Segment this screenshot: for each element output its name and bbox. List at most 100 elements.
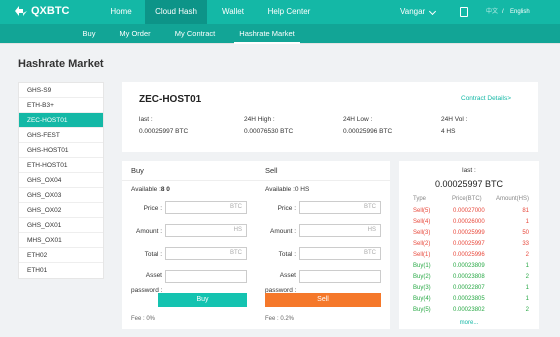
book-row[interactable]: Buy(4) 0.00023805 1: [399, 296, 539, 307]
sell-title: Sell: [265, 166, 278, 175]
book-last-label: last :: [462, 167, 476, 174]
sell-button[interactable]: Sell: [265, 293, 381, 307]
book-row-amount: 2: [525, 252, 529, 258]
tab-buy[interactable]: Buy: [76, 24, 102, 44]
buy-available-value: 8 0: [160, 186, 170, 193]
sidebar-item-zec-host01[interactable]: ZEC-HOST01: [19, 113, 103, 128]
divider: [122, 180, 390, 181]
book-row[interactable]: Sell(1) 0.00025996 2: [399, 252, 539, 263]
book-row[interactable]: Buy(2) 0.00023808 2: [399, 274, 539, 285]
sidebar-item-ghs-ox03[interactable]: GHS_OX03: [19, 188, 103, 203]
sidebar-item-ghs-ox01[interactable]: GHS_OX01: [19, 218, 103, 233]
book-row[interactable]: Sell(3) 0.00025999 50: [399, 230, 539, 241]
buy-available-label: Available :: [131, 186, 161, 193]
sidebar-item-ghs-ox04[interactable]: GHS_OX04: [19, 173, 103, 188]
page-title: Hashrate Market: [18, 58, 104, 70]
sell-total-input[interactable]: BTC: [299, 247, 381, 260]
book-header-amount: Amount(HS): [496, 196, 530, 202]
buy-amount-label: Amount :: [135, 228, 162, 235]
book-row-price: 0.00023808: [453, 274, 485, 280]
buy-fee: Fee : 0%: [131, 316, 156, 322]
book-row-price: 0.00025996: [453, 252, 485, 258]
book-row-amount: 81: [522, 208, 529, 214]
book-row-amount: 1: [525, 285, 529, 291]
book-row-type: Sell(3): [413, 230, 431, 236]
sell-available: Available :0 HS: [265, 186, 309, 193]
user-menu[interactable]: Vangar: [400, 0, 425, 24]
sidebar-item-ghs-fest[interactable]: GHS-FEST: [19, 128, 103, 143]
book-row-type: Sell(2): [413, 241, 431, 247]
buy-price-input[interactable]: BTC: [165, 201, 247, 214]
sidebar-item-ghs-s9[interactable]: GHS-S9: [19, 83, 103, 98]
book-row[interactable]: Sell(2) 0.00025997 33: [399, 241, 539, 252]
tab-hashrate-market[interactable]: Hashrate Market: [234, 24, 300, 44]
book-row-amount: 1: [525, 219, 529, 225]
book-row-type: Buy(1): [413, 263, 431, 269]
nav-help-center[interactable]: Help Center: [260, 0, 318, 24]
sidebar-item-ghs-host01[interactable]: GHS-HOST01: [19, 143, 103, 158]
nav-wallet[interactable]: Wallet: [212, 0, 254, 24]
calculator-icon[interactable]: [460, 7, 468, 17]
buy-title: Buy: [131, 166, 144, 175]
book-row-type: Buy(3): [413, 285, 431, 291]
sell-total-label: Total :: [278, 251, 296, 258]
buy-total-label: Total :: [144, 251, 162, 258]
book-row-price: 0.00023805: [453, 296, 485, 302]
sidebar-item-eth-host01[interactable]: ETH-HOST01: [19, 158, 103, 173]
sell-available-label: Available :: [265, 186, 295, 193]
stat-low-value: 0.00025996 BTC: [343, 128, 393, 135]
sidebar-item-eth01[interactable]: ETH01: [19, 263, 103, 278]
lang-english[interactable]: English: [510, 0, 530, 24]
tab-my-contract[interactable]: My Contract: [170, 24, 220, 44]
book-row[interactable]: Buy(1) 0.00023809 1: [399, 263, 539, 274]
book-row[interactable]: Sell(5) 0.00027000 81: [399, 208, 539, 219]
book-row-price: 0.00023809: [453, 263, 485, 269]
book-row-type: Buy(2): [413, 274, 431, 280]
book-row-price: 0.00022807: [453, 285, 485, 291]
stat-low-label: 24H Low :: [343, 116, 373, 123]
book-row-price: 0.00025997: [453, 241, 485, 247]
tab-my-order[interactable]: My Order: [114, 24, 156, 44]
lang-chinese[interactable]: 中文: [486, 0, 498, 24]
chevron-down-icon[interactable]: [428, 7, 437, 16]
sidebar-item-eth02[interactable]: ETH02: [19, 248, 103, 263]
sidebar-item-ghs-ox02[interactable]: GHS_OX02: [19, 203, 103, 218]
book-row-type: Buy(5): [413, 307, 431, 313]
sidebar-item-eth-b3[interactable]: ETH-B3+: [19, 98, 103, 113]
sell-price-label: Price :: [277, 205, 296, 212]
nav-home[interactable]: Home: [101, 0, 141, 24]
buy-password-input[interactable]: [165, 270, 247, 283]
contract-details-link[interactable]: Contract Details>: [461, 95, 511, 102]
buy-button[interactable]: Buy: [158, 293, 247, 307]
buy-available: Available :8 0: [131, 186, 170, 193]
buy-total-input[interactable]: BTC: [165, 247, 247, 260]
sidebar-item-mhs-ox01[interactable]: MHS_OX01: [19, 233, 103, 248]
buy-amount-input[interactable]: HS: [165, 224, 247, 237]
contract-name: ZEC-HOST01: [139, 94, 202, 105]
contract-info-card: ZEC-HOST01 Contract Details> last : 0.00…: [122, 82, 538, 152]
sell-asset-label: Asset: [279, 272, 296, 279]
book-more-link[interactable]: more...: [399, 320, 539, 326]
book-row[interactable]: Buy(5) 0.00023802 2: [399, 307, 539, 318]
stat-high-label: 24H High :: [244, 116, 275, 123]
stat-last-value: 0.00025997 BTC: [139, 128, 189, 135]
book-row-type: Sell(1): [413, 252, 431, 258]
stat-vol-label: 24H Vol :: [441, 116, 468, 123]
book-row-amount: 2: [525, 274, 529, 280]
logo-icon: [15, 6, 27, 16]
book-header-type: Type: [413, 196, 427, 202]
sell-password-input[interactable]: [299, 270, 381, 283]
buy-price-label: Price :: [143, 205, 162, 212]
logo[interactable]: QXBTC: [14, 5, 70, 17]
stat-high-value: 0.00076530 BTC: [244, 128, 294, 135]
trade-panel: Buy Sell Available :8 0 Price : BTC Amou…: [122, 161, 390, 329]
sell-amount-label: Amount :: [269, 228, 296, 235]
sell-price-input[interactable]: BTC: [299, 201, 381, 214]
sell-available-value: 0 HS: [294, 186, 310, 193]
book-row[interactable]: Sell(4) 0.00026000 1: [399, 219, 539, 230]
sell-amount-input[interactable]: HS: [299, 224, 381, 237]
book-row-type: Buy(4): [413, 296, 431, 302]
nav-cloud-hash[interactable]: Cloud Hash: [145, 0, 207, 24]
book-row-amount: 33: [522, 241, 529, 247]
book-row[interactable]: Buy(3) 0.00022807 1: [399, 285, 539, 296]
